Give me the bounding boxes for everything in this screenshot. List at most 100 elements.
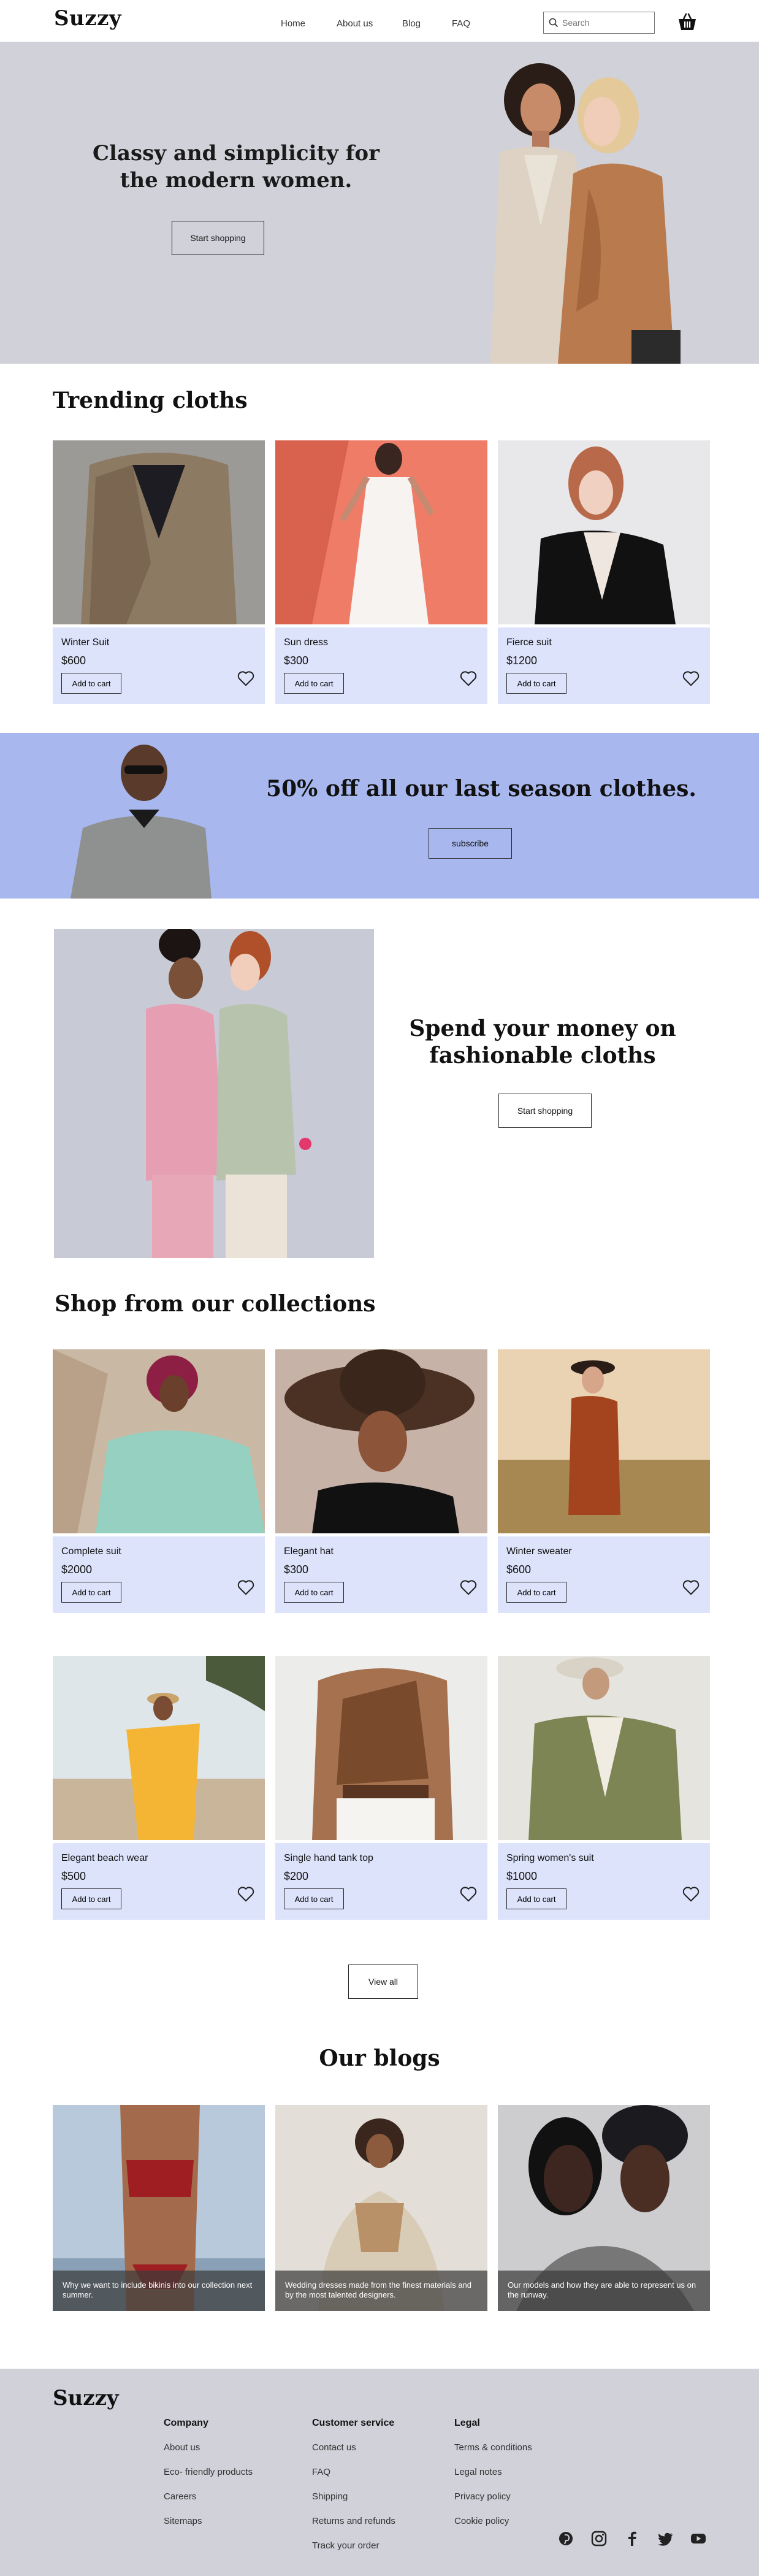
- footer-logo[interactable]: Suzzy: [53, 2386, 119, 2410]
- product-name: Elegant hat: [284, 1546, 334, 1557]
- footer-link[interactable]: Eco- friendly products: [164, 2467, 253, 2477]
- footer-link[interactable]: Returns and refunds: [312, 2516, 395, 2526]
- hero-title: Classy and simplicity for the modern wome…: [92, 141, 380, 193]
- product-card: Spring women's suit $1000 Add to cart: [498, 1656, 710, 1920]
- featured-models-image: [54, 929, 374, 1258]
- nav-about-us[interactable]: About us: [337, 18, 373, 29]
- add-to-cart-button[interactable]: Add to cart: [506, 1582, 566, 1603]
- add-to-cart-button[interactable]: Add to cart: [61, 673, 121, 694]
- product-price: $500: [61, 1870, 86, 1882]
- split-title: Spend your money on fashionable cloths: [409, 1016, 676, 1068]
- footer-link[interactable]: Terms & conditions: [454, 2442, 532, 2453]
- heart-icon[interactable]: [459, 1885, 478, 1903]
- pinterest-icon[interactable]: [557, 2529, 575, 2548]
- add-to-cart-button[interactable]: Add to cart: [506, 673, 566, 694]
- product-card: Fierce suit $1200 Add to cart: [498, 440, 710, 704]
- footer-link[interactable]: Contact us: [312, 2442, 356, 2453]
- product-image-spring-womens-suit: [498, 1656, 710, 1840]
- promo-title: 50% off all our last season clothes.: [266, 776, 696, 802]
- shopping-basket-icon[interactable]: [677, 11, 698, 32]
- heart-icon[interactable]: [237, 1885, 255, 1903]
- product-info: Winter sweater $600 Add to cart: [498, 1536, 710, 1613]
- product-card: Winter Suit $600 Add to cart: [53, 440, 265, 704]
- nav-blog[interactable]: Blog: [402, 18, 421, 29]
- footer-link[interactable]: Sitemaps: [164, 2516, 202, 2526]
- product-name: Winter sweater: [506, 1546, 572, 1557]
- promo-model-image: [71, 745, 212, 899]
- product-name: Winter Suit: [61, 637, 110, 648]
- product-card: Elegant beach wear $500 Add to cart: [53, 1656, 265, 1920]
- footer-legal-title: Legal: [454, 2418, 480, 2428]
- nav-home[interactable]: Home: [281, 18, 305, 29]
- youtube-icon[interactable]: [689, 2529, 708, 2548]
- product-image-sun-dress: [275, 440, 487, 624]
- footer-link[interactable]: About us: [164, 2442, 200, 2453]
- product-price: $300: [284, 654, 309, 667]
- trending-title: Trending cloths: [53, 388, 248, 413]
- brand-logo[interactable]: Suzzy: [54, 6, 121, 31]
- product-name: Fierce suit: [506, 637, 552, 648]
- promo-banner: 50% off all our last season clothes. sub…: [0, 733, 759, 899]
- add-to-cart-button[interactable]: Add to cart: [506, 1888, 566, 1909]
- blog-caption: Wedding dresses made from the finest mat…: [275, 2271, 487, 2311]
- add-to-cart-button[interactable]: Add to cart: [61, 1582, 121, 1603]
- blogs-title: Our blogs: [319, 2045, 440, 2071]
- heart-icon[interactable]: [682, 669, 700, 688]
- footer-company-title: Company: [164, 2418, 208, 2428]
- site-header: Suzzy Home About us Blog FAQ: [0, 0, 759, 42]
- footer-link[interactable]: Legal notes: [454, 2467, 502, 2477]
- add-to-cart-button[interactable]: Add to cart: [284, 1582, 344, 1603]
- hero-start-shopping-button[interactable]: Start shopping: [172, 221, 264, 255]
- product-image-single-hand-tank-top: [275, 1656, 487, 1840]
- product-info: Elegant hat $300 Add to cart: [275, 1536, 487, 1613]
- heart-icon[interactable]: [682, 1885, 700, 1903]
- product-name: Complete suit: [61, 1546, 121, 1557]
- footer-link[interactable]: FAQ: [312, 2467, 330, 2477]
- product-price: $300: [284, 1563, 309, 1576]
- product-info: Sun dress $300 Add to cart: [275, 627, 487, 704]
- product-info: Single hand tank top $200 Add to cart: [275, 1843, 487, 1920]
- view-all-button[interactable]: View all: [348, 1965, 418, 1999]
- product-info: Elegant beach wear $500 Add to cart: [53, 1843, 265, 1920]
- product-price: $1200: [506, 654, 538, 667]
- product-name: Elegant beach wear: [61, 1853, 148, 1863]
- heart-icon[interactable]: [682, 1578, 700, 1597]
- footer-link[interactable]: Cookie policy: [454, 2516, 509, 2526]
- twitter-icon[interactable]: [656, 2529, 674, 2548]
- add-to-cart-button[interactable]: Add to cart: [61, 1888, 121, 1909]
- heart-icon[interactable]: [459, 669, 478, 688]
- nav-faq[interactable]: FAQ: [452, 18, 470, 29]
- product-info: Winter Suit $600 Add to cart: [53, 627, 265, 704]
- footer-link[interactable]: Privacy policy: [454, 2491, 511, 2502]
- add-to-cart-button[interactable]: Add to cart: [284, 673, 344, 694]
- blog-caption: Our models and how they are able to repr…: [498, 2271, 710, 2311]
- blog-card[interactable]: Our models and how they are able to repr…: [498, 2105, 710, 2311]
- instagram-icon[interactable]: [590, 2529, 608, 2548]
- product-price: $1000: [506, 1870, 538, 1882]
- footer-link[interactable]: Track your order: [312, 2540, 379, 2551]
- product-card: Single hand tank top $200 Add to cart: [275, 1656, 487, 1920]
- footer-customer-service-title: Customer service: [312, 2418, 395, 2428]
- facebook-icon[interactable]: [623, 2529, 641, 2548]
- blog-card[interactable]: Why we want to include bikinis into our …: [53, 2105, 265, 2311]
- product-card: Complete suit $2000 Add to cart: [53, 1349, 265, 1613]
- hero-banner: Classy and simplicity for the modern wome…: [0, 42, 759, 364]
- heart-icon[interactable]: [237, 1578, 255, 1597]
- product-price: $600: [506, 1563, 532, 1576]
- heart-icon[interactable]: [459, 1578, 478, 1597]
- blog-card[interactable]: Wedding dresses made from the finest mat…: [275, 2105, 487, 2311]
- footer-link[interactable]: Careers: [164, 2491, 196, 2502]
- product-name: Single hand tank top: [284, 1853, 373, 1863]
- product-image-fierce-suit: [498, 440, 710, 624]
- subscribe-button[interactable]: subscribe: [429, 828, 512, 859]
- footer-link[interactable]: Shipping: [312, 2491, 348, 2502]
- split-start-shopping-button[interactable]: Start shopping: [498, 1094, 592, 1128]
- search-input[interactable]: [562, 18, 648, 28]
- product-info: Complete suit $2000 Add to cart: [53, 1536, 265, 1613]
- search-box[interactable]: [543, 12, 655, 34]
- heart-icon[interactable]: [237, 669, 255, 688]
- site-footer: Suzzy Company About us Eco- friendly pro…: [0, 2369, 759, 2576]
- add-to-cart-button[interactable]: Add to cart: [284, 1888, 344, 1909]
- product-price: $200: [284, 1870, 309, 1882]
- hero-models-image: [490, 63, 681, 364]
